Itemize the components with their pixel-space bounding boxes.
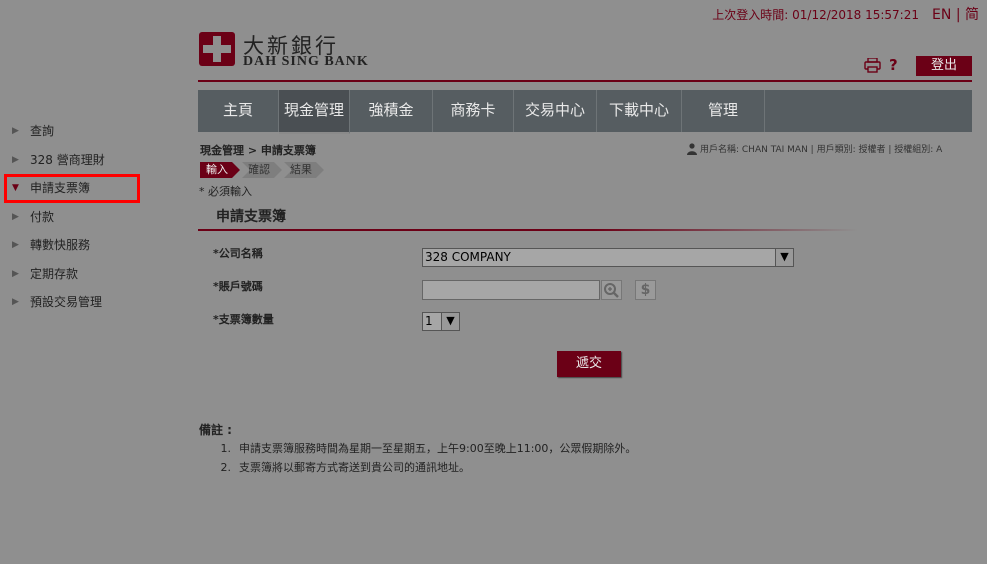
- sidebar-item-label: 查詢: [30, 124, 55, 138]
- nav-item-home[interactable]: 主頁: [198, 90, 279, 132]
- sidebar-item-label: 預設交易管理: [30, 295, 103, 309]
- chevron-right-icon: ▶: [12, 297, 19, 307]
- company-select-value: 328 COMPANY: [425, 250, 511, 264]
- sidebar-item-label: 328 營商理財: [30, 152, 105, 167]
- chevron-down-icon: ▼: [775, 249, 793, 266]
- lang-separator: |: [955, 7, 961, 23]
- sidebar-item-enquiry[interactable]: ▶ 查詢: [10, 118, 190, 147]
- form-title-divider: [198, 229, 858, 231]
- list-item: 2. 支票簿將以郵寄方式寄送到貴公司的通訊地址。: [199, 458, 636, 477]
- nav-item-transaction-center[interactable]: 交易中心: [514, 90, 597, 132]
- step-confirm: 確認: [242, 162, 282, 178]
- sidebar: ▶ 查詢 ▶ 328 營商理財 ▼ 申請支票簿 ▶ 付款 ▶ 轉數快服務 ▶ 定…: [10, 118, 190, 318]
- chevron-right-icon: ▶: [12, 154, 19, 165]
- notes-list: 1. 申請支票簿服務時間為星期一至星期五，上午9:00至晚上11:00，公眾假期除…: [199, 439, 637, 477]
- last-login-time: 01/12/2018 15:57:21: [792, 8, 919, 22]
- main-nav: 主頁 現金管理 強積金 商務卡 交易中心 下載中心 管理: [198, 90, 972, 134]
- nav-item-business-card[interactable]: 商務卡: [433, 90, 514, 132]
- qty-label: *支票簿數量: [213, 313, 274, 326]
- last-login-label: 上次登入時間:: [712, 8, 789, 22]
- sidebar-item-fps[interactable]: ▶ 轉數快服務: [10, 232, 190, 261]
- selection-highlight: [4, 174, 140, 203]
- bank-logo-mark-icon: [199, 32, 235, 66]
- note-number: 2.: [220, 461, 232, 474]
- header-divider: [198, 80, 972, 82]
- list-item: 1. 申請支票簿服務時間為星期一至星期五，上午9:00至晚上11:00，公眾假期除…: [199, 439, 637, 458]
- account-input[interactable]: [422, 280, 600, 300]
- submit-button[interactable]: 遞交: [557, 351, 621, 377]
- nav-item-cash-management[interactable]: 現金管理: [279, 90, 350, 134]
- note-number: 1.: [220, 442, 232, 455]
- step-result: 結果: [284, 162, 324, 178]
- balance-button[interactable]: $: [635, 280, 656, 300]
- nav-item-download-center[interactable]: 下載中心: [597, 90, 682, 132]
- search-icon: [604, 283, 619, 298]
- lang-sc-link[interactable]: 简: [965, 7, 979, 23]
- breadcrumb: 現金管理 > 申請支票簿: [200, 144, 316, 157]
- dollar-icon: $: [640, 282, 651, 298]
- language-switcher: EN | 简: [932, 4, 979, 24]
- nav-item-admin[interactable]: 管理: [682, 90, 765, 132]
- chevron-right-icon: ▶: [12, 240, 19, 250]
- chevron-right-icon: ▶: [12, 268, 19, 279]
- bank-logo: 大新銀行 DAH SING BANK: [199, 30, 369, 74]
- form-title: 申請支票簿: [216, 209, 286, 225]
- chevron-right-icon: ▶: [12, 126, 19, 136]
- notes-title: 備註 :: [199, 423, 232, 437]
- sidebar-item-time-deposit[interactable]: ▶ 定期存款: [10, 261, 190, 290]
- lang-en-link[interactable]: EN: [932, 7, 951, 23]
- user-icon: [687, 143, 697, 155]
- sidebar-item-scheduled-transactions[interactable]: ▶ 預設交易管理: [10, 289, 190, 318]
- logout-button[interactable]: 登出: [916, 56, 972, 76]
- chevron-down-icon: ▼: [441, 313, 459, 330]
- note-text: 支票簿將以郵寄方式寄送到貴公司的通訊地址。: [239, 461, 470, 474]
- sidebar-item-label: 付款: [30, 209, 55, 224]
- account-label: *賬戶號碼: [213, 280, 263, 293]
- step-indicator: 輸入 確認 結果: [200, 162, 326, 178]
- note-text: 申請支票簿服務時間為星期一至星期五，上午9:00至晚上11:00，公眾假期除外。: [239, 442, 637, 455]
- user-info: 用戶名稱: CHAN TAI MAN | 用戶類別: 授權者 | 授權組別: A: [700, 145, 943, 155]
- account-search-button[interactable]: [601, 280, 622, 300]
- quantity-select-value: 1: [425, 314, 433, 328]
- nav-item-mpf[interactable]: 強積金: [350, 90, 433, 132]
- top-bar: 上次登入時間: 01/12/2018 15:57:21 EN | 简: [0, 0, 987, 28]
- print-icon[interactable]: [864, 58, 881, 73]
- sidebar-item-payment[interactable]: ▶ 付款: [10, 204, 190, 233]
- help-icon[interactable]: ?: [889, 56, 898, 74]
- last-login: 上次登入時間: 01/12/2018 15:57:21: [712, 6, 919, 23]
- company-select[interactable]: 328 COMPANY ▼: [422, 248, 794, 267]
- quantity-select[interactable]: 1 ▼: [422, 312, 460, 331]
- chevron-right-icon: ▶: [12, 211, 19, 222]
- required-note: * 必須輸入: [199, 185, 252, 198]
- logo-english: DAH SING BANK: [243, 54, 369, 69]
- sidebar-item-label: 定期存款: [30, 266, 79, 281]
- step-input: 輸入: [200, 162, 240, 178]
- sidebar-item-328-business[interactable]: ▶ 328 營商理財: [10, 147, 190, 176]
- company-label: *公司名稱: [213, 247, 263, 260]
- sidebar-item-label: 轉數快服務: [30, 238, 91, 252]
